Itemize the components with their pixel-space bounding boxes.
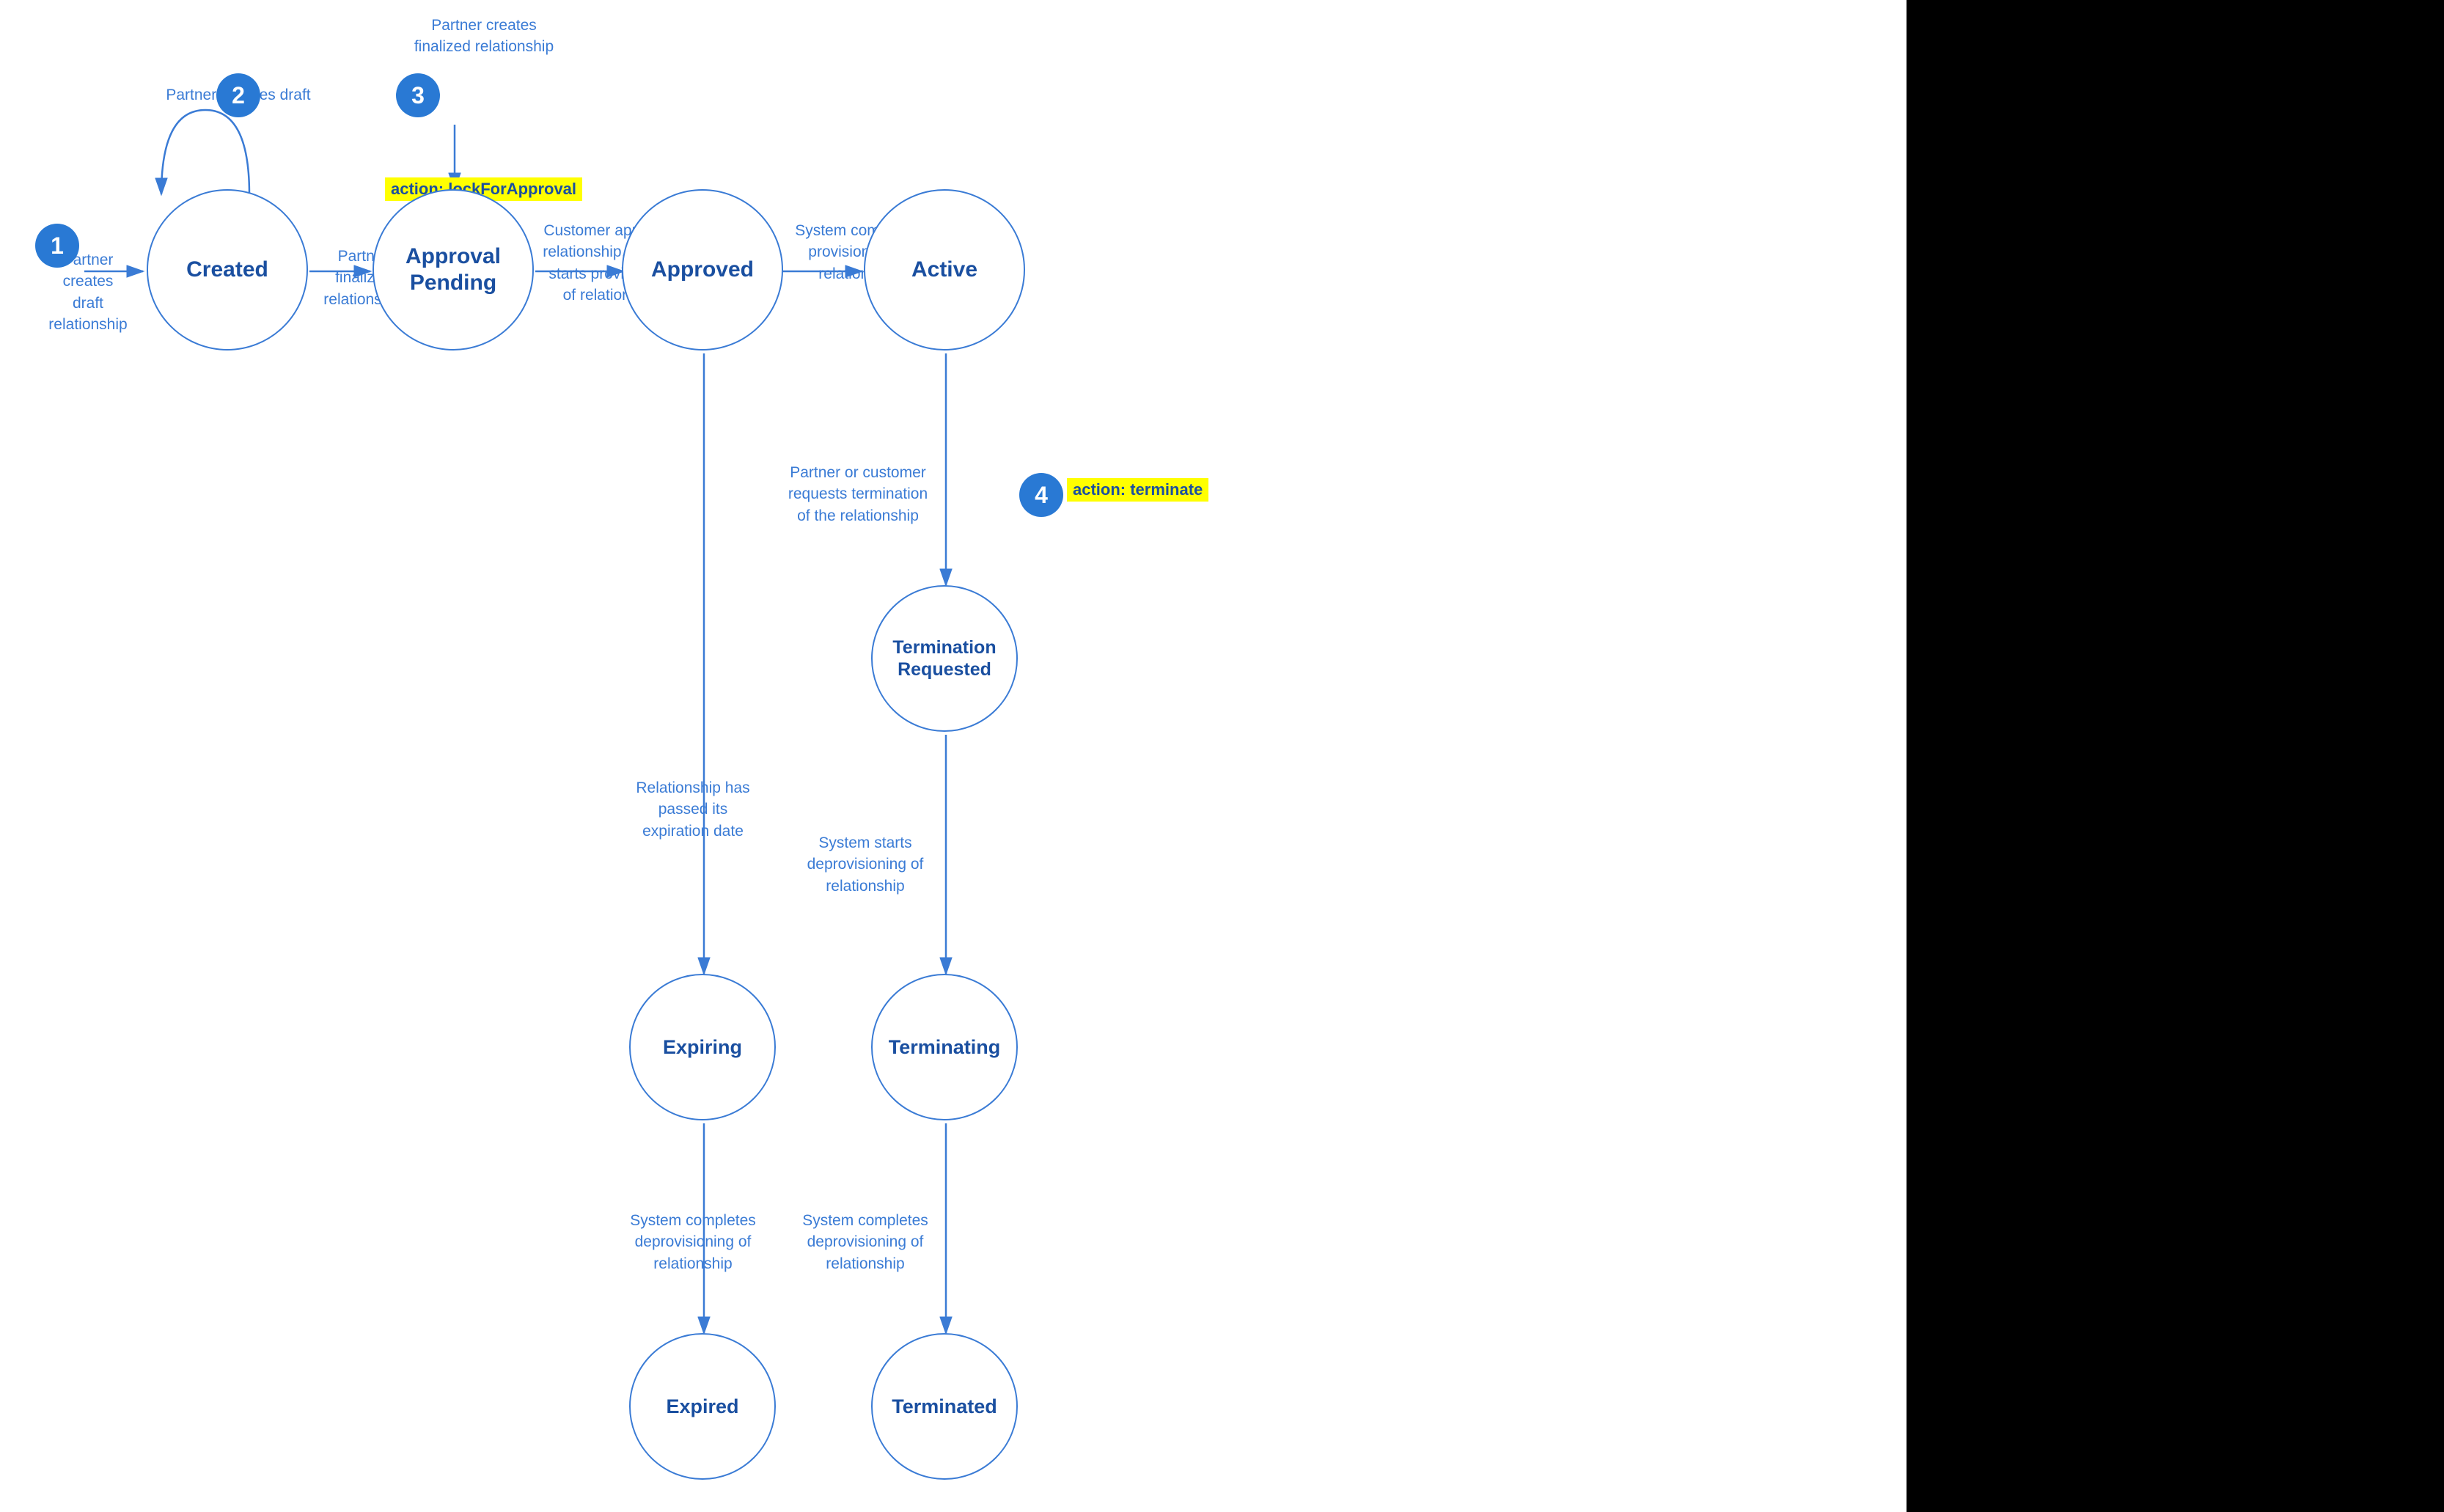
annotation-system-completes-deprovisioning-expiring: System completesdeprovisioning ofrelatio… bbox=[616, 1210, 770, 1274]
state-terminated: Terminated bbox=[871, 1333, 1018, 1480]
annotation-system-completes-deprovisioning-terminating: System completesdeprovisioning ofrelatio… bbox=[785, 1210, 946, 1274]
state-active: Active bbox=[864, 189, 1025, 351]
state-termination-requested: TerminationRequested bbox=[871, 585, 1018, 732]
state-approval-pending: ApprovalPending bbox=[373, 189, 534, 351]
state-terminating: Terminating bbox=[871, 974, 1018, 1120]
annotation-system-starts-deprovisioning: System startsdeprovisioning ofrelationsh… bbox=[785, 832, 946, 897]
annotation-partner-requests-termination: Partner or customerrequests terminationo… bbox=[781, 462, 935, 526]
badge-4: 4 bbox=[1019, 473, 1063, 517]
diagram-container: 1 Partner createsdraft relationship 2 Pa… bbox=[0, 0, 1907, 1512]
black-panel bbox=[1907, 0, 2444, 1512]
annotation-partner-creates-finalized: Partner createsfinalized relationship bbox=[411, 15, 557, 58]
action-terminate: action: terminate bbox=[1067, 478, 1208, 502]
badge-3: 3 bbox=[396, 73, 440, 117]
badge-1: 1 bbox=[35, 224, 79, 268]
state-expiring: Expiring bbox=[629, 974, 776, 1120]
badge-2: 2 bbox=[216, 73, 260, 117]
state-approved: Approved bbox=[622, 189, 783, 351]
annotation-expiration: Relationship haspassed itsexpiration dat… bbox=[616, 777, 770, 842]
state-created: Created bbox=[147, 189, 308, 351]
state-expired: Expired bbox=[629, 1333, 776, 1480]
